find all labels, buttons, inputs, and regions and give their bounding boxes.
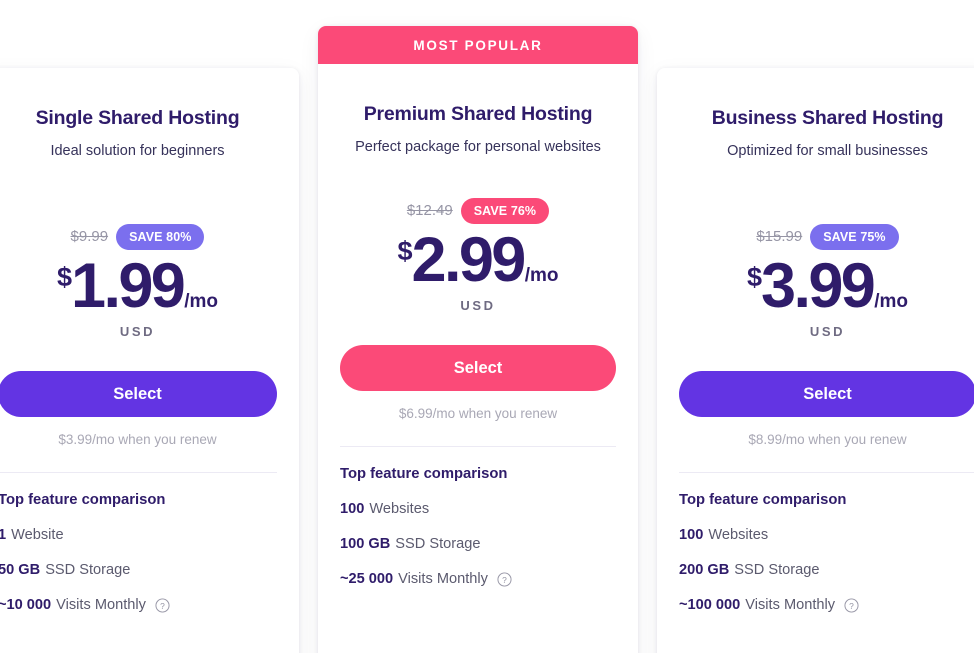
currency-symbol: $ (56, 261, 72, 292)
price-amount: 3.99 (761, 250, 876, 321)
plan-subtitle: Perfect package for personal websites (355, 139, 601, 155)
svg-text:?: ? (849, 600, 854, 610)
pricing-card-business[interactable]: Business Shared Hosting Optimized for sm… (657, 68, 974, 653)
select-button[interactable]: Select (340, 345, 616, 392)
most-popular-banner: MOST POPULAR (318, 26, 638, 64)
features-title: Top feature comparison (0, 492, 166, 509)
currency-code: USD (460, 298, 496, 314)
plan-title: Business Shared Hosting (711, 107, 944, 129)
pricing-plans-section: Single Shared Hosting Ideal solution for… (0, 0, 974, 653)
price-display: $ 3.99 /mo (679, 250, 974, 321)
save-badge: SAVE 80% (116, 223, 205, 250)
feature-label: Visits Monthly (56, 597, 146, 614)
feature-label: SSD Storage (395, 536, 481, 553)
feature-value: ~25 000 (340, 571, 394, 588)
renewal-note: $8.99/mo when you renew (748, 432, 907, 448)
price-amount: 2.99 (411, 224, 527, 295)
price-discount-row: $9.99 SAVE 80% (0, 223, 277, 250)
feature-row: 200 GB SSD Storage (679, 562, 974, 578)
feature-label: Websites (708, 527, 769, 544)
old-price: $15.99 (756, 228, 803, 246)
feature-label: Visits Monthly (398, 571, 488, 588)
card-body: Single Shared Hosting Ideal solution for… (0, 107, 299, 613)
feature-row: ~10 000 Visits Monthly ? (0, 597, 277, 613)
select-button[interactable]: Select (679, 371, 974, 418)
feature-label: Website (11, 527, 64, 544)
feature-comparison-list: Top feature comparison 100 Websites 100 … (340, 447, 616, 587)
most-popular-label: MOST POPULAR (413, 37, 543, 53)
currency-code: USD (809, 324, 846, 340)
feature-value: 50 GB (0, 562, 41, 579)
feature-row: 1 Website (0, 527, 277, 543)
features-title: Top feature comparison (340, 466, 508, 483)
feature-comparison-list: Top feature comparison 100 Websites 200 … (679, 473, 974, 613)
renewal-note: $3.99/mo when you renew (58, 432, 217, 448)
feature-value: ~10 000 (0, 597, 52, 614)
plan-title: Single Shared Hosting (35, 107, 240, 129)
renewal-note: $6.99/mo when you renew (398, 406, 558, 422)
price-discount-row: $12.49 SAVE 76% (340, 197, 616, 224)
currency-symbol: $ (746, 261, 762, 292)
svg-text:?: ? (502, 574, 507, 584)
feature-comparison-list: Top feature comparison 1 Website 50 GB S… (0, 473, 277, 613)
plan-subtitle: Optimized for small businesses (727, 143, 928, 159)
old-price: $9.99 (70, 228, 109, 246)
price-amount: 1.99 (71, 250, 186, 321)
price-period: /mo (524, 265, 559, 287)
pricing-card-single[interactable]: Single Shared Hosting Ideal solution for… (0, 68, 299, 653)
help-circle-icon[interactable]: ? (844, 598, 859, 613)
feature-value: ~100 000 (679, 597, 741, 614)
price-display: $ 1.99 /mo (0, 250, 277, 321)
feature-label: Websites (369, 501, 430, 518)
save-badge: SAVE 75% (810, 223, 899, 250)
plan-subtitle: Ideal solution for beginners (50, 143, 225, 159)
currency-code: USD (119, 324, 156, 340)
feature-label: SSD Storage (45, 562, 131, 579)
card-body: Business Shared Hosting Optimized for sm… (657, 107, 974, 613)
plan-title: Premium Shared Hosting (363, 103, 593, 125)
pricing-card-premium[interactable]: MOST POPULAR Premium Shared Hosting Perf… (318, 26, 638, 653)
feature-value: 100 (679, 527, 704, 544)
price-period: /mo (874, 291, 909, 313)
feature-row: 100 GB SSD Storage (340, 536, 616, 552)
price-display: $ 2.99 /mo (340, 224, 616, 295)
features-title: Top feature comparison (679, 492, 847, 509)
feature-value: 100 GB (340, 536, 391, 553)
help-circle-icon[interactable]: ? (155, 598, 170, 613)
price-period: /mo (184, 291, 219, 313)
save-badge: SAVE 76% (460, 197, 550, 224)
feature-label: SSD Storage (734, 562, 820, 579)
feature-value: 200 GB (679, 562, 730, 579)
currency-symbol: $ (397, 235, 412, 266)
card-body: Premium Shared Hosting Perfect package f… (318, 103, 638, 587)
select-button[interactable]: Select (0, 371, 277, 418)
feature-value: 100 (340, 501, 365, 518)
feature-value: 1 (0, 527, 7, 544)
feature-label: Visits Monthly (745, 597, 836, 614)
feature-row: ~25 000 Visits Monthly ? (340, 571, 616, 587)
feature-row: ~100 000 Visits Monthly ? (679, 597, 974, 613)
help-circle-icon[interactable]: ? (497, 572, 512, 587)
svg-text:?: ? (160, 600, 165, 610)
feature-row: 50 GB SSD Storage (0, 562, 277, 578)
feature-row: 100 Websites (679, 527, 974, 543)
old-price: $12.49 (406, 202, 453, 220)
price-discount-row: $15.99 SAVE 75% (679, 223, 974, 250)
feature-row: 100 Websites (340, 501, 616, 517)
